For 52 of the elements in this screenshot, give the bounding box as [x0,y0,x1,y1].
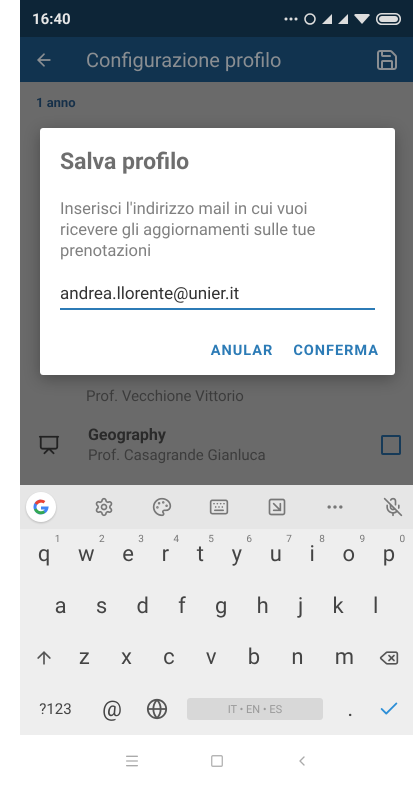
keyboard-key[interactable]: l [366,590,384,623]
keyboard-key[interactable]: f [172,590,192,623]
keyboard-key[interactable]: v [200,641,223,674]
keyboard-key[interactable]: m [328,641,360,674]
key-hint: 5 [208,534,214,546]
symbols-key[interactable]: ?123 [33,696,78,722]
keyboard-key[interactable]: h [250,590,275,623]
palette-icon[interactable] [152,497,172,517]
keyboard-key[interactable]: a [48,590,73,623]
keyboard-key[interactable]: b [242,641,266,674]
home-icon[interactable] [210,754,224,768]
dialog-button[interactable]: ANULAR [202,336,282,365]
keyboard-key[interactable]: x [115,641,138,674]
key-hint: 4 [173,534,180,546]
keyboard-key[interactable]: . [341,692,360,726]
mic-off-icon[interactable] [382,497,403,517]
notification-dots-icon [284,16,298,20]
key-hint: 2 [98,534,105,546]
keyboard-key[interactable]: s [90,590,114,623]
keyboard-key[interactable]: @ [96,692,128,726]
key-hint: 1 [54,534,60,546]
app-bar-title: Configurazione profilo [86,48,282,72]
key-hint: 7 [286,534,292,546]
key-hint: 6 [246,534,252,546]
course-title: Geography [88,425,167,444]
keyboard-key[interactable]: z [72,641,96,674]
save-icon[interactable] [375,48,399,72]
keyboard-key[interactable]: n [285,641,310,674]
dialog-title: Salva profilo [59,148,190,175]
course-checkbox[interactable] [381,434,401,454]
status-time: 16:40 [32,10,71,28]
keyboard-key[interactable]: g [209,590,234,623]
email-field[interactable]: andrea.llorente@unier.it [60,280,375,310]
teacher-board-icon [38,434,60,456]
menu-icon[interactable] [124,753,140,769]
key-hint: 8 [319,534,325,546]
keyboard-key[interactable]: d [130,590,155,623]
keyboard-key[interactable]: j [292,590,310,623]
settings-icon[interactable] [94,497,114,517]
resize-icon[interactable] [267,497,288,517]
key-hint: 3 [138,534,144,546]
dialog-message: Inserisci l'indirizzo mail in cui vuoi ricevere gli aggiornamenti sulle tue prenotazioni [59,199,316,262]
battery-icon [376,12,401,24]
dialog-button[interactable]: CONFERMA [285,336,387,365]
key-hint: 9 [359,534,366,546]
keyboard-key[interactable]: k [326,590,350,623]
section-header: 1 anno [35,95,77,113]
keyboard-key[interactable]: c [157,641,181,674]
globe-key-icon[interactable] [146,698,168,720]
google-logo[interactable] [26,492,56,522]
key-hint: 0 [399,534,406,546]
keyboard-icon[interactable] [209,497,230,517]
